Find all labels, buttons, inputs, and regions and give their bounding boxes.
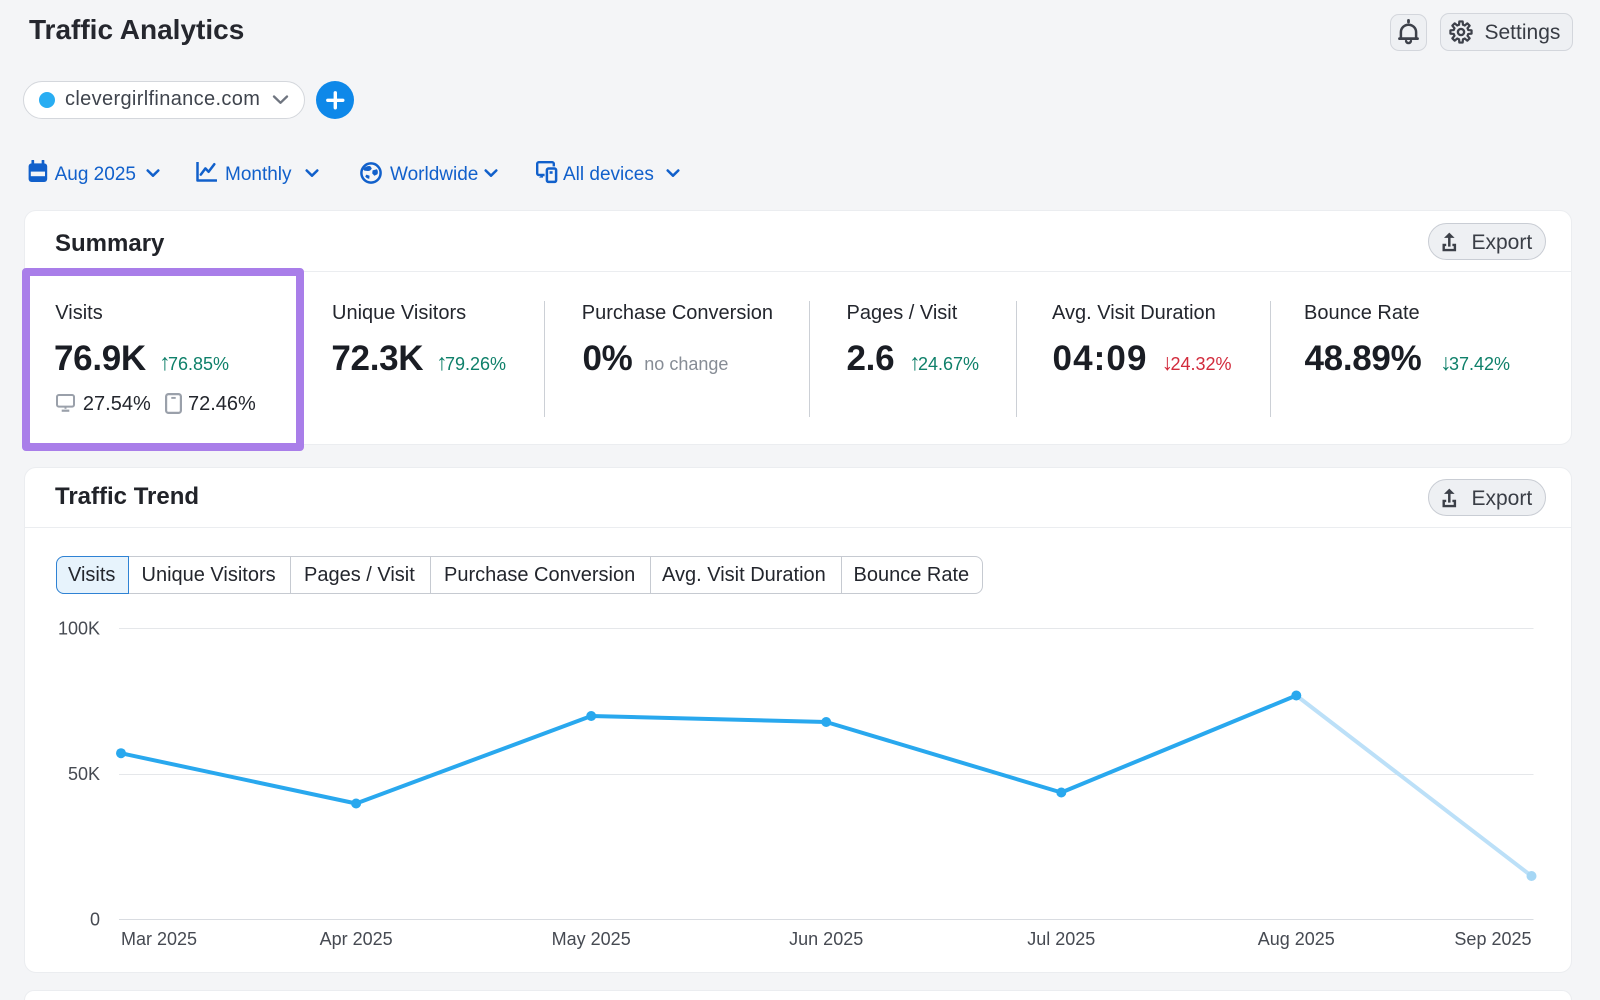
svg-text:May 2025: May 2025 [552, 929, 631, 949]
svg-text:Mar 2025: Mar 2025 [121, 929, 197, 949]
svg-text:100K: 100K [58, 618, 100, 638]
svg-text:Aug 2025: Aug 2025 [1258, 929, 1335, 949]
svg-text:50K: 50K [68, 764, 100, 784]
svg-text:Jun 2025: Jun 2025 [789, 929, 863, 949]
svg-text:Sep 2025: Sep 2025 [1454, 929, 1531, 949]
svg-text:Apr 2025: Apr 2025 [320, 929, 393, 949]
svg-text:0: 0 [90, 910, 100, 930]
svg-text:Jul 2025: Jul 2025 [1027, 929, 1095, 949]
